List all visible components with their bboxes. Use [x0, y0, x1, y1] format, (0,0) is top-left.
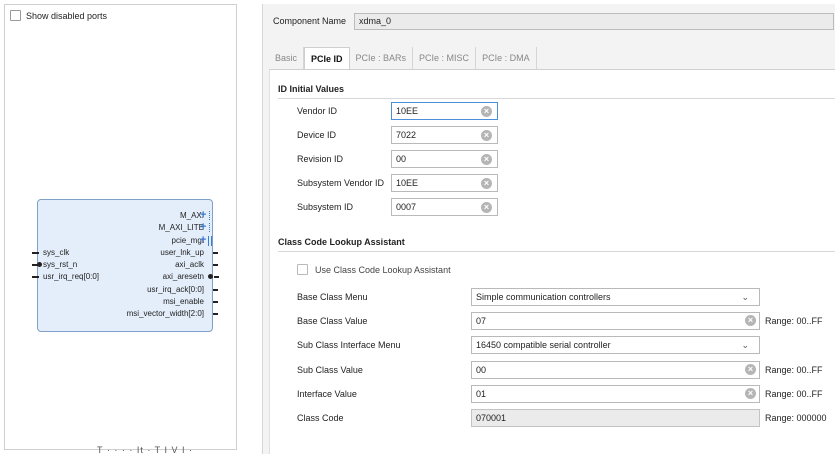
- subsystem-id-label: Subsystem ID: [297, 202, 354, 212]
- show-disabled-ports-checkbox[interactable]: Show disabled ports: [10, 10, 107, 21]
- revision-id-value: 00: [396, 154, 407, 164]
- subsystem-vendor-id-field[interactable]: 10EE ×: [391, 174, 498, 192]
- show-disabled-ports-label: Show disabled ports: [26, 10, 108, 21]
- range-hint: Range: 00..FF: [765, 316, 823, 326]
- pin-inverted-icon[interactable]: [32, 259, 42, 270]
- pin-stub-icon[interactable]: [212, 259, 218, 270]
- block-diagram-panel: Show disabled ports M_AXI M_AXI_LITE pci…: [4, 4, 237, 450]
- port-label: axi_aresetn: [162, 272, 204, 281]
- base-class-value: 07: [476, 316, 487, 326]
- chevron-down-icon[interactable]: ⌄: [741, 337, 749, 353]
- vendor-id-label: Vendor ID: [297, 106, 338, 116]
- clear-icon[interactable]: ×: [481, 130, 492, 141]
- base-class-menu-label: Base Class Menu: [297, 292, 368, 302]
- device-id-value: 7022: [396, 130, 417, 140]
- section-divider: [278, 251, 835, 252]
- component-name-label: Component Name: [273, 16, 347, 26]
- range-hint: Range: 00..FF: [765, 365, 823, 375]
- clear-icon[interactable]: ×: [745, 315, 756, 326]
- sub-class-interface-menu-label: Sub Class Interface Menu: [297, 340, 401, 350]
- vendor-id-value: 10EE: [396, 106, 419, 116]
- pin-stub-icon[interactable]: [212, 247, 218, 258]
- tab-content: ID Initial Values Vendor ID 10EE × Devic…: [269, 69, 835, 454]
- tab-bar: Basic PCIe ID PCIe : BARs PCIe : MISC PC…: [269, 47, 537, 69]
- base-class-value-field[interactable]: 07: [471, 312, 760, 330]
- section-title-class-code: Class Code Lookup Assistant: [278, 237, 405, 247]
- pin-stub-icon[interactable]: [212, 284, 218, 295]
- class-code-field: 070001: [471, 409, 760, 427]
- pin-stub-icon[interactable]: [32, 247, 39, 258]
- subsystem-vendor-id-label: Subsystem Vendor ID: [297, 178, 385, 188]
- tab-pcie-bars[interactable]: PCIe : BARs: [350, 47, 414, 69]
- range-hint: Range: 00..FF: [765, 389, 823, 399]
- interface-value-label: Interface Value: [297, 389, 357, 399]
- clear-icon[interactable]: ×: [745, 364, 756, 375]
- base-class-menu-value: Simple communication controllers: [476, 292, 611, 302]
- port-label: axi_aclk: [175, 260, 204, 269]
- port-label: M_AXI_LITE: [158, 223, 204, 232]
- interface-pin-icon[interactable]: +: [200, 222, 211, 233]
- section-title-id-values: ID Initial Values: [278, 84, 345, 94]
- class-code-label: Class Code: [297, 413, 344, 423]
- range-hint: Range: 000000: [765, 413, 827, 423]
- clear-icon[interactable]: ×: [745, 388, 756, 399]
- customize-ip-panel: Component Name xdma_0 Basic PCIe ID PCIe…: [262, 4, 835, 454]
- component-name-field[interactable]: xdma_0: [354, 13, 834, 30]
- pin-inverted-icon[interactable]: [208, 271, 219, 282]
- base-class-menu-select[interactable]: Simple communication controllers ⌄: [471, 288, 760, 306]
- checkbox-box[interactable]: [297, 264, 308, 275]
- tab-pcie-dma[interactable]: PCIe : DMA: [476, 47, 537, 69]
- component-name-row: Component Name xdma_0: [263, 4, 835, 40]
- interface-value: 01: [476, 389, 487, 399]
- clear-icon[interactable]: ×: [481, 202, 492, 213]
- cutoff-footer-text: T · · · · It · T I V I ·: [97, 445, 193, 454]
- section-divider: [278, 98, 835, 99]
- tab-pcie-misc[interactable]: PCIe : MISC: [413, 47, 477, 69]
- subsystem-id-field[interactable]: 0007 ×: [391, 198, 498, 216]
- port-label: usr_irq_ack[0:0]: [147, 285, 204, 294]
- xdma-ip-symbol[interactable]: M_AXI M_AXI_LITE pcie_mgt user_lnk_up ax…: [32, 199, 219, 332]
- base-class-value-label: Base Class Value: [297, 316, 368, 326]
- port-label: user_lnk_up: [160, 248, 204, 257]
- subsystem-vendor-id-value: 10EE: [396, 178, 419, 188]
- sub-class-value: 00: [476, 365, 487, 375]
- port-label: msi_enable: [163, 297, 204, 306]
- pin-stub-icon[interactable]: [32, 271, 39, 282]
- interface-value-field[interactable]: 01: [471, 385, 760, 403]
- clear-icon[interactable]: ×: [481, 178, 492, 189]
- clear-icon[interactable]: ×: [481, 106, 492, 117]
- port-label: sys_clk: [43, 248, 70, 257]
- chevron-down-icon[interactable]: ⌄: [741, 289, 749, 305]
- sub-class-value-label: Sub Class Value: [297, 365, 363, 375]
- tab-pcie-id[interactable]: PCIe ID: [304, 47, 350, 69]
- device-id-field[interactable]: 7022 ×: [391, 126, 498, 144]
- use-class-code-lookup-checkbox[interactable]: Use Class Code Lookup Assistant: [297, 264, 451, 275]
- use-class-code-lookup-label: Use Class Code Lookup Assistant: [315, 264, 451, 275]
- pin-stub-icon[interactable]: [212, 296, 218, 307]
- tab-basic[interactable]: Basic: [269, 47, 305, 69]
- sub-class-value-field[interactable]: 00: [471, 361, 760, 379]
- port-label: usr_irq_req[0:0]: [43, 272, 100, 281]
- sub-class-interface-menu-value: 16450 compatible serial controller: [476, 340, 611, 350]
- revision-id-field[interactable]: 00 ×: [391, 150, 498, 168]
- port-label: sys_rst_n: [43, 260, 78, 269]
- revision-id-label: Revision ID: [297, 154, 344, 164]
- interface-pin-icon[interactable]: +: [200, 210, 211, 221]
- clear-icon[interactable]: ×: [481, 154, 492, 165]
- checkbox-box[interactable]: [10, 10, 21, 21]
- port-label: msi_vector_width[2:0]: [126, 309, 204, 318]
- subsystem-id-value: 0007: [396, 202, 417, 212]
- class-code-value: 070001: [476, 413, 507, 423]
- sub-class-interface-menu-select[interactable]: 16450 compatible serial controller ⌄: [471, 336, 760, 354]
- pin-stub-icon[interactable]: [212, 308, 218, 319]
- device-id-label: Device ID: [297, 130, 337, 140]
- interface-pin-icon[interactable]: +: [200, 235, 214, 246]
- vendor-id-field[interactable]: 10EE ×: [391, 102, 498, 120]
